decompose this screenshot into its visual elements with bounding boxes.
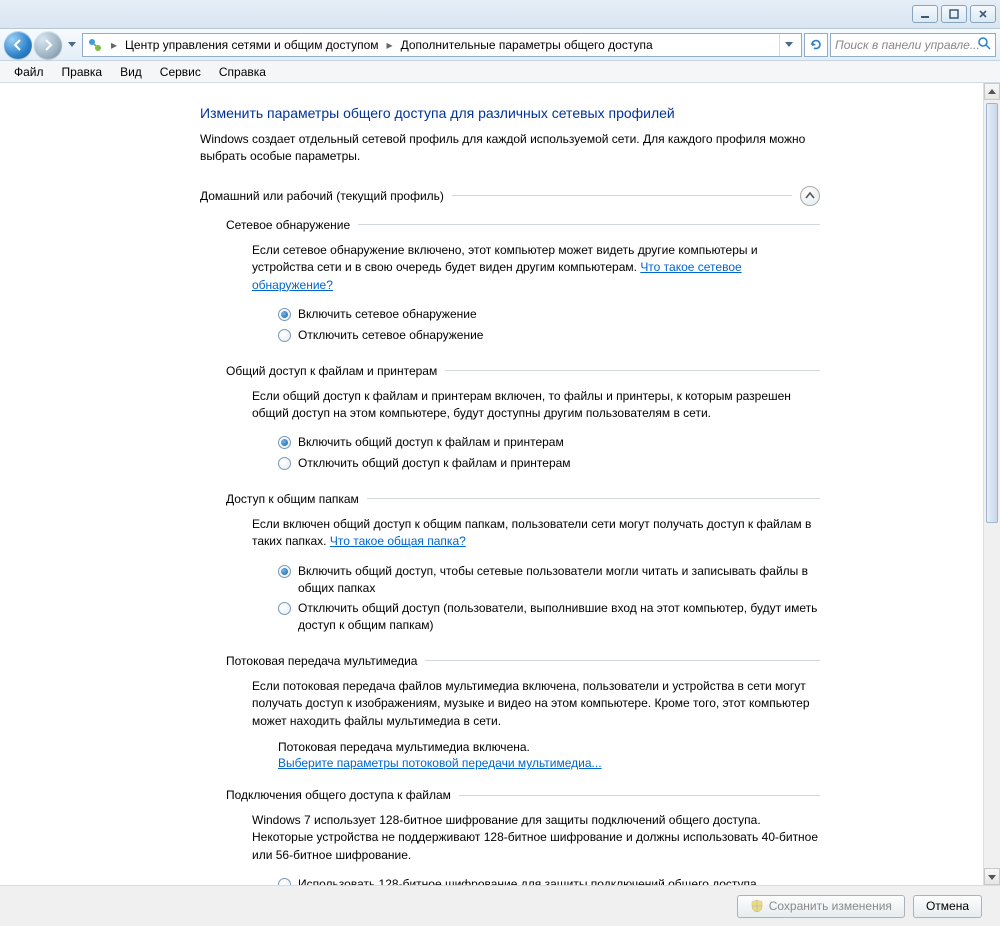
search-input[interactable]: Поиск в панели управле...	[830, 33, 996, 57]
profile-header: Домашний или рабочий (текущий профиль)	[200, 186, 820, 206]
menu-file[interactable]: Файл	[6, 63, 52, 81]
search-icon[interactable]	[977, 36, 991, 53]
breadcrumb-sep-icon: ▸	[385, 38, 395, 52]
refresh-button[interactable]	[804, 33, 828, 57]
section-title: Подключения общего доступа к файлам	[226, 788, 451, 802]
radio-enable-file-sharing[interactable]: Включить общий доступ к файлам и принтер…	[278, 432, 820, 453]
section-file-sharing-connections: Подключения общего доступа к файлам Wind…	[226, 788, 820, 885]
divider	[358, 224, 820, 225]
history-dropdown[interactable]	[64, 32, 80, 58]
profile-label: Домашний или рабочий (текущий профиль)	[200, 189, 444, 203]
menu-help[interactable]: Справка	[211, 63, 274, 81]
scroll-up-icon[interactable]	[984, 83, 1000, 100]
radio-icon	[278, 457, 291, 470]
radio-128bit-encryption[interactable]: Использовать 128-битное шифрование для з…	[278, 874, 820, 885]
radio-disable-file-sharing[interactable]: Отключить общий доступ к файлам и принте…	[278, 453, 820, 474]
close-button[interactable]	[970, 5, 996, 23]
menu-tools[interactable]: Сервис	[152, 63, 209, 81]
divider	[445, 370, 820, 371]
network-sharing-icon	[87, 37, 103, 53]
section-desc: Если общий доступ к файлам и принтерам в…	[252, 388, 820, 423]
section-file-printer-sharing: Общий доступ к файлам и принтерам Если о…	[226, 364, 820, 474]
radio-enable-discovery[interactable]: Включить сетевое обнаружение	[278, 304, 820, 325]
section-title: Потоковая передача мультимедиа	[226, 654, 417, 668]
breadcrumb-item[interactable]: Центр управления сетями и общим доступом	[125, 38, 379, 52]
section-title: Общий доступ к файлам и принтерам	[226, 364, 437, 378]
breadcrumb-item[interactable]: Дополнительные параметры общего доступа	[401, 38, 653, 52]
save-changes-button[interactable]: Сохранить изменения	[737, 895, 905, 918]
section-desc: Windows 7 использует 128-битное шифрован…	[252, 812, 820, 864]
media-streaming-status: Потоковая передача мультимедиа включена.	[278, 740, 820, 754]
menu-edit[interactable]: Правка	[54, 63, 111, 81]
address-bar[interactable]: ▸ Центр управления сетями и общим доступ…	[82, 33, 802, 57]
forward-button[interactable]	[34, 31, 62, 59]
menu-bar: Файл Правка Вид Сервис Справка	[0, 61, 1000, 83]
window-titlebar	[0, 0, 1000, 29]
divider	[459, 795, 820, 796]
section-public-folder-sharing: Доступ к общим папкам Если включен общий…	[226, 492, 820, 636]
breadcrumb-sep-icon: ▸	[109, 38, 119, 52]
radio-icon	[278, 308, 291, 321]
section-title: Доступ к общим папкам	[226, 492, 359, 506]
minimize-button[interactable]	[912, 5, 938, 23]
scroll-down-icon[interactable]	[984, 868, 1000, 885]
vertical-scrollbar[interactable]	[983, 83, 1000, 885]
radio-icon	[278, 436, 291, 449]
scrollbar-thumb[interactable]	[986, 103, 998, 523]
search-placeholder: Поиск в панели управле...	[835, 38, 980, 52]
help-link[interactable]: Что такое общая папка?	[330, 534, 466, 548]
radio-disable-public-sharing[interactable]: Отключить общий доступ (пользователи, вы…	[278, 598, 820, 636]
page-title: Изменить параметры общего доступа для ра…	[200, 105, 820, 121]
divider	[425, 660, 820, 661]
back-button[interactable]	[4, 31, 32, 59]
page-description: Windows создает отдельный сетевой профил…	[200, 131, 820, 166]
content-area: Изменить параметры общего доступа для ра…	[0, 83, 983, 885]
section-media-streaming: Потоковая передача мультимедиа Если пото…	[226, 654, 820, 770]
button-label: Отмена	[926, 899, 969, 913]
section-desc: Если потоковая передача файлов мультимед…	[252, 678, 820, 730]
radio-enable-public-sharing[interactable]: Включить общий доступ, чтобы сетевые пол…	[278, 561, 820, 599]
maximize-button[interactable]	[941, 5, 967, 23]
cancel-button[interactable]: Отмена	[913, 895, 982, 918]
section-network-discovery: Сетевое обнаружение Если сетевое обнаруж…	[226, 218, 820, 346]
radio-disable-discovery[interactable]: Отключить сетевое обнаружение	[278, 325, 820, 346]
section-desc: Если сетевое обнаружение включено, этот …	[252, 242, 820, 294]
address-dropdown[interactable]	[779, 34, 797, 56]
radio-icon	[278, 565, 291, 578]
nav-toolbar: ▸ Центр управления сетями и общим доступ…	[0, 29, 1000, 61]
menu-view[interactable]: Вид	[112, 63, 150, 81]
divider	[367, 498, 820, 499]
shield-icon	[750, 899, 764, 913]
radio-icon	[278, 602, 291, 615]
media-streaming-options-link[interactable]: Выберите параметры потоковой передачи му…	[278, 756, 602, 770]
radio-icon	[278, 329, 291, 342]
button-label: Сохранить изменения	[769, 899, 892, 913]
collapse-button[interactable]	[800, 186, 820, 206]
footer-bar: Сохранить изменения Отмена	[0, 885, 1000, 926]
section-desc: Если включен общий доступ к общим папкам…	[252, 516, 820, 551]
section-title: Сетевое обнаружение	[226, 218, 350, 232]
divider	[452, 195, 792, 196]
radio-icon	[278, 878, 291, 885]
